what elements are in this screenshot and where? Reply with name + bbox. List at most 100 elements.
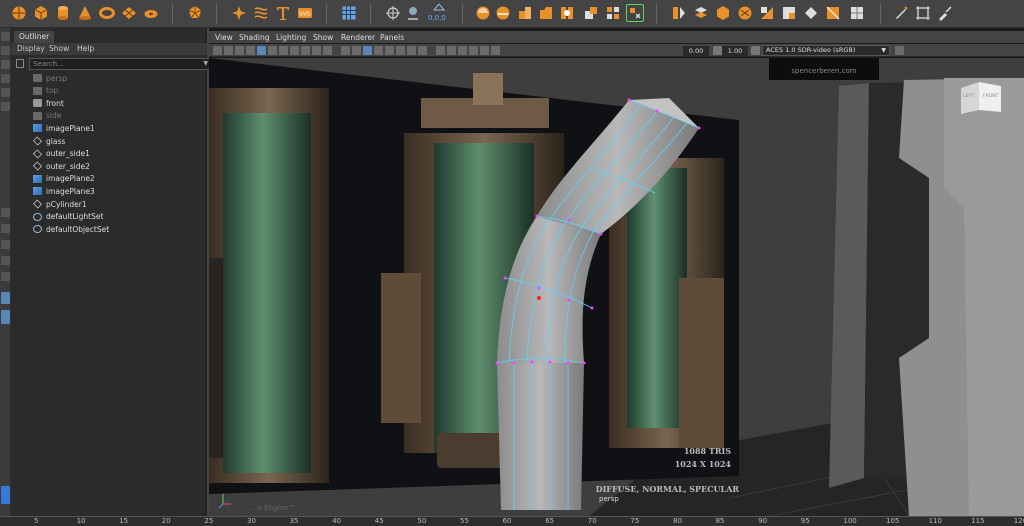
- outliner-item[interactable]: glass: [32, 135, 65, 147]
- motion-blur-icon[interactable]: [418, 46, 427, 55]
- brush-icon[interactable]: [892, 4, 910, 22]
- scale-tool-icon[interactable]: [1, 102, 10, 111]
- outliner-menu-display[interactable]: Display: [17, 44, 45, 53]
- quadrangulate-icon[interactable]: [848, 4, 866, 22]
- fill-hole-icon[interactable]: [780, 4, 798, 22]
- table-icon[interactable]: [340, 4, 358, 22]
- smooth-icon[interactable]: [494, 4, 512, 22]
- outliner-item[interactable]: persp: [33, 72, 67, 84]
- safe-title-icon[interactable]: [323, 46, 332, 55]
- pivot-icon[interactable]: [384, 4, 402, 22]
- outliner-item[interactable]: imagePlane1: [33, 122, 95, 134]
- outliner-item[interactable]: pCylinder1: [32, 198, 87, 210]
- film-gate-icon[interactable]: [268, 46, 277, 55]
- outliner-item[interactable]: outer_side2: [32, 160, 90, 172]
- time-slider[interactable]: 5 10 15 20 25 30 35 40 45 50 55 60 65 70 75 80 85 90 95 100…: [0, 516, 1024, 526]
- viewport-3d[interactable]: 1088 TRIS 1024 X 1024 DIFFUSE, NORMAL, S…: [209, 58, 1024, 516]
- mirror-icon[interactable]: [670, 4, 688, 22]
- panel-menu-show[interactable]: Show: [313, 33, 333, 42]
- text-icon[interactable]: [274, 4, 292, 22]
- image-plane-toggle-icon[interactable]: [246, 46, 255, 55]
- uv-icon[interactable]: [626, 4, 644, 22]
- sculpt-icon[interactable]: [474, 4, 492, 22]
- rotate-tool-icon[interactable]: [1, 88, 10, 97]
- color-management-icon[interactable]: [751, 46, 760, 55]
- curve-icon[interactable]: [252, 4, 270, 22]
- layout-four-icon[interactable]: [1, 224, 10, 233]
- torus-icon[interactable]: [98, 4, 116, 22]
- backface-icon[interactable]: [480, 46, 489, 55]
- resolution-gate-icon[interactable]: [279, 46, 288, 55]
- camera-select-icon[interactable]: [213, 46, 222, 55]
- panel-menu-renderer[interactable]: Renderer: [341, 33, 375, 42]
- box-icon[interactable]: [714, 4, 732, 22]
- cleanup-icon[interactable]: [802, 4, 820, 22]
- shadows-icon[interactable]: [396, 46, 405, 55]
- cylinder-icon[interactable]: [54, 4, 72, 22]
- chevron-down-icon[interactable]: ▼: [881, 46, 886, 55]
- outliner-menu-show[interactable]: Show: [49, 44, 69, 53]
- layout-outliner-graph-icon[interactable]: [1, 310, 10, 324]
- field-b[interactable]: 1.00: [722, 46, 748, 56]
- outliner-search-input[interactable]: Search... ▼: [29, 58, 212, 70]
- view-cube[interactable]: LEFT FRONT: [959, 80, 1003, 114]
- bookmark-icon[interactable]: [235, 46, 244, 55]
- colorspace-select[interactable]: ACES 1.0 SDR-video (sRGB) ▼: [762, 45, 890, 56]
- wireframe-on-shaded-icon[interactable]: [363, 46, 372, 55]
- chevron-down-icon[interactable]: ▼: [203, 59, 208, 69]
- panel-menu-view[interactable]: View: [215, 33, 233, 42]
- bevel-icon[interactable]: [537, 4, 555, 22]
- sphere-icon[interactable]: [10, 4, 28, 22]
- layout-outliner-icon[interactable]: [1, 272, 10, 281]
- triangulate-icon[interactable]: [824, 4, 842, 22]
- layout-side-icon[interactable]: [1, 240, 10, 249]
- frame-icon[interactable]: [914, 4, 932, 22]
- outliner-item[interactable]: side: [33, 110, 61, 122]
- outliner-item[interactable]: top: [33, 85, 58, 97]
- layout-outliner-persp-icon[interactable]: [1, 292, 10, 304]
- combine-icon[interactable]: [582, 4, 600, 22]
- cone-icon[interactable]: [76, 4, 94, 22]
- paint-icon[interactable]: [936, 4, 954, 22]
- anti-alias-icon[interactable]: [436, 46, 445, 55]
- outliner-item[interactable]: outer_side1: [32, 148, 90, 160]
- layout-active-icon[interactable]: [1, 486, 10, 504]
- field-chart-icon[interactable]: [301, 46, 310, 55]
- lights-icon[interactable]: [385, 46, 394, 55]
- gamma-icon[interactable]: [713, 46, 722, 55]
- scene-render[interactable]: 1088 TRIS 1024 X 1024 DIFFUSE, NORMAL, S…: [209, 58, 1024, 516]
- disk-icon[interactable]: [142, 4, 160, 22]
- outliner-item[interactable]: front: [33, 97, 64, 109]
- grid-icon[interactable]: [257, 46, 266, 55]
- isolate-icon[interactable]: [447, 46, 456, 55]
- smooth-mesh-icon[interactable]: [736, 4, 754, 22]
- reduce-icon[interactable]: [758, 4, 776, 22]
- svg-icon[interactable]: SVG: [296, 4, 314, 22]
- filter-icon[interactable]: [16, 59, 24, 68]
- camera-attr-icon[interactable]: [224, 46, 233, 55]
- separate-icon[interactable]: [604, 4, 622, 22]
- safe-action-icon[interactable]: [312, 46, 321, 55]
- outliner-tab[interactable]: Outliner: [14, 31, 55, 43]
- sparkle-icon[interactable]: [230, 4, 248, 22]
- xray-joint-icon[interactable]: [469, 46, 478, 55]
- select-tool-icon[interactable]: [1, 32, 10, 41]
- boolean-icon[interactable]: [692, 4, 710, 22]
- lasso-tool-icon[interactable]: [1, 46, 10, 55]
- gate-mask-icon[interactable]: [290, 46, 299, 55]
- outliner-item[interactable]: imagePlane3: [33, 185, 95, 197]
- exposure-icon[interactable]: [491, 46, 500, 55]
- paint-select-tool-icon[interactable]: [1, 60, 10, 69]
- extrude-icon[interactable]: [516, 4, 534, 22]
- screen-ao-icon[interactable]: [407, 46, 416, 55]
- plane-icon[interactable]: [120, 4, 138, 22]
- layout-stack-icon[interactable]: [1, 256, 10, 265]
- outliner-item[interactable]: imagePlane2: [33, 173, 95, 185]
- panel-menu-shading[interactable]: Shading: [239, 33, 269, 42]
- bridge-icon[interactable]: [558, 4, 576, 22]
- outliner-item[interactable]: defaultLightSet: [33, 211, 103, 223]
- field-a[interactable]: 0.00: [683, 46, 709, 56]
- wireframe-icon[interactable]: [341, 46, 350, 55]
- xray-icon[interactable]: [458, 46, 467, 55]
- smooth-shade-icon[interactable]: [352, 46, 361, 55]
